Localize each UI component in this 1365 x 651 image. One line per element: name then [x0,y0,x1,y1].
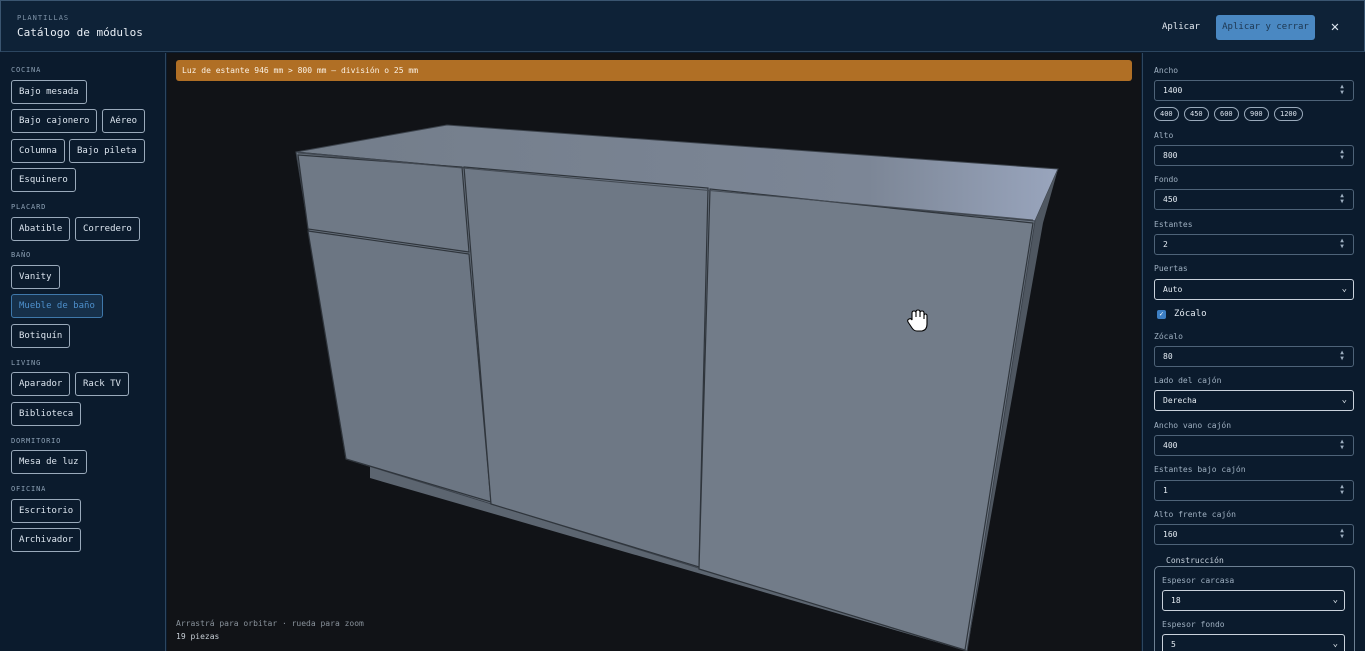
zocalo-value: 80 [1163,352,1173,361]
chevron-down-icon: ⌄ [1341,284,1347,294]
fondo-input[interactable]: 450 ▲ ▼ [1154,189,1354,210]
lado-cajon-select[interactable]: Derecha ⌄ [1154,390,1354,411]
estantes-bajo-value: 1 [1163,486,1168,495]
estantes-input[interactable]: 2 ▲ ▼ [1154,234,1354,255]
category-label: OFICINA [11,485,47,493]
category-label: DORMITORIO [11,437,62,445]
preset-chip[interactable]: 400 [1154,107,1179,121]
chevron-down-icon: ⌄ [1332,595,1338,605]
category-label: BAÑO [11,251,32,259]
ancho-value: 1400 [1163,86,1183,95]
stepper-icon[interactable]: ▲ ▼ [1338,84,1346,97]
ancho-vano-input[interactable]: 400 ▲ ▼ [1154,435,1354,456]
alto-frente-value: 160 [1163,530,1178,539]
estantes-label: Estantes [1154,220,1193,229]
alto-input[interactable]: 800 ▲ ▼ [1154,145,1354,166]
lado-cajon-label: Lado del cajón [1154,376,1222,385]
preset-chip[interactable]: 450 [1184,107,1209,121]
chevron-down-icon: ⌄ [1341,395,1347,405]
fondo-label: Fondo [1154,175,1179,184]
alto-frente-label: Alto frente cajón [1154,510,1236,519]
stepper-icon[interactable]: ▲ ▼ [1338,439,1346,452]
module-rack-tv[interactable]: Rack TV [75,372,129,396]
module-esquinero[interactable]: Esquinero [11,168,76,192]
alto-label: Alto [1154,131,1174,140]
module-sidebar: COCINA Bajo mesada Bajo cajonero Aéreo C… [0,53,166,651]
page-title: Catálogo de módulos [17,26,143,39]
module-aparador[interactable]: Aparador [11,372,71,396]
puertas-value: Auto [1163,285,1183,294]
stepper-icon[interactable]: ▲ ▼ [1338,528,1346,541]
module-escritorio[interactable]: Escritorio [11,499,82,523]
estantes-bajo-label: Estantes bajo cajón [1154,465,1246,474]
espesor-fondo-label: Espesor fondo [1162,620,1225,629]
module-mesa-de-luz[interactable]: Mesa de luz [11,450,87,474]
puertas-label: Puertas [1154,264,1188,273]
module-bajo-mesada[interactable]: Bajo mesada [11,80,87,104]
chevron-down-icon: ⌄ [1332,639,1338,649]
espesor-carcasa-select[interactable]: 18 ⌄ [1162,590,1345,611]
puertas-select[interactable]: Auto ⌄ [1154,279,1354,300]
zocalo-input[interactable]: 80 ▲ ▼ [1154,346,1354,367]
espesor-carcasa-label: Espesor carcasa [1162,576,1235,585]
module-archivador[interactable]: Archivador [11,528,82,552]
apply-and-close-button[interactable]: Aplicar y cerrar [1216,15,1315,40]
header-bar: PLANTILLAS Catálogo de módulos Aplicar A… [0,0,1365,52]
ancho-input[interactable]: 1400 ▲ ▼ [1154,80,1354,101]
ancho-label: Ancho [1154,66,1179,75]
ancho-vano-label: Ancho vano cajón [1154,421,1232,430]
module-biblioteca[interactable]: Biblioteca [11,402,82,426]
category-label: PLACARD [11,203,47,211]
module-aereo[interactable]: Aéreo [102,109,146,133]
close-icon[interactable]: ✕ [1327,18,1343,36]
espesor-fondo-value: 5 [1171,640,1176,649]
stepper-icon[interactable]: ▲ ▼ [1338,238,1346,251]
apply-button[interactable]: Aplicar [1154,15,1208,39]
lado-cajon-value: Derecha [1163,396,1197,405]
stepper-icon[interactable]: ▲ ▼ [1338,350,1346,363]
alto-value: 800 [1163,151,1178,160]
module-abatible[interactable]: Abatible [11,217,71,241]
preset-chip[interactable]: 1200 [1274,107,1303,121]
piece-count: 19 piezas [176,632,220,641]
construccion-legend: Construcción [1163,556,1227,565]
orbit-hint: Arrastrá para orbitar · rueda para zoom [176,619,364,628]
fondo-value: 450 [1163,195,1178,204]
door-middle [463,166,709,568]
module-vanity[interactable]: Vanity [11,265,60,289]
header-eyebrow: PLANTILLAS [17,14,70,22]
stepper-icon[interactable]: ▲ ▼ [1338,484,1346,497]
zocalo-label: Zócalo [1154,332,1183,341]
zocalo-checkbox[interactable]: ✓ [1157,310,1166,319]
module-columna[interactable]: Columna [11,139,65,163]
warning-banner: Luz de estante 946 mm > 800 mm — divisió… [176,60,1132,81]
door-left [307,230,492,503]
properties-panel: Ancho 1400 ▲ ▼ 400 450 600 900 1200 Alto … [1142,53,1365,651]
category-label: LIVING [11,359,42,367]
espesor-carcasa-value: 18 [1171,596,1181,605]
preset-chip[interactable]: 900 [1244,107,1269,121]
stepper-icon[interactable]: ▲ ▼ [1338,193,1346,206]
category-label: COCINA [11,66,42,74]
estantes-bajo-input[interactable]: 1 ▲ ▼ [1154,480,1354,501]
module-bajo-cajonero[interactable]: Bajo cajonero [11,109,98,133]
door-right [698,188,1034,651]
3d-viewport[interactable]: Luz de estante 946 mm > 800 mm — divisió… [167,53,1141,651]
module-corredero[interactable]: Corredero [75,217,140,241]
alto-frente-input[interactable]: 160 ▲ ▼ [1154,524,1354,545]
stepper-icon[interactable]: ▲ ▼ [1338,149,1346,162]
preset-chip[interactable]: 600 [1214,107,1239,121]
module-mueble-de-bano[interactable]: Mueble de baño [11,294,103,318]
ancho-vano-value: 400 [1163,441,1178,450]
module-botiquin[interactable]: Botiquín [11,324,71,348]
espesor-fondo-select[interactable]: 5 ⌄ [1162,634,1345,651]
cabinet-3d-render[interactable] [167,53,1141,651]
module-bajo-pileta[interactable]: Bajo pileta [69,139,145,163]
estantes-value: 2 [1163,240,1168,249]
zocalo-checkbox-label[interactable]: Zócalo [1174,309,1207,319]
